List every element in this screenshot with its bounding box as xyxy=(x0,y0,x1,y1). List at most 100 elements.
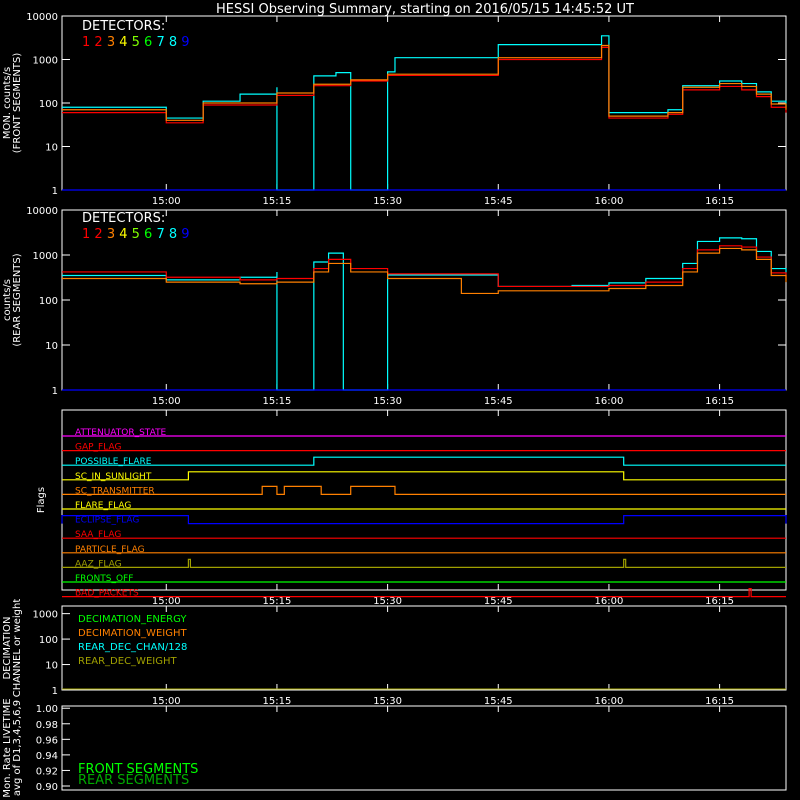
detector-number: 3 xyxy=(103,35,115,50)
x-tick-label: 15:15 xyxy=(263,396,292,407)
detector-number: 4 xyxy=(115,35,127,50)
flag-trace xyxy=(62,471,786,481)
y-tick-label: 0.90 xyxy=(36,782,58,793)
y-tick-label: 1.00 xyxy=(36,704,58,715)
front-y-axis-label: MON. counts/s (FRONT SEGMENTS) xyxy=(2,53,23,154)
x-tick-label: 16:00 xyxy=(595,396,624,407)
y-tick-label: 0.98 xyxy=(36,720,58,731)
rear-y-label-line2: (REAR SEGMENTS) xyxy=(12,253,23,346)
flags-traces: ATTENUATOR_STATEGAP_FLAGPOSSIBLE_FLARESC… xyxy=(61,428,787,599)
x-tick-label: 15:00 xyxy=(152,396,181,407)
front-counts-panel: MON. counts/s (FRONT SEGMENTS) DETECTORS… xyxy=(2,12,787,207)
y-tick-label: 10000 xyxy=(26,12,58,23)
detector-number: 4 xyxy=(115,227,127,242)
y-tick-label: 100 xyxy=(39,635,58,646)
x-tick-label: 15:30 xyxy=(373,196,402,207)
detector-number: 6 xyxy=(140,35,152,50)
y-tick-label: 10 xyxy=(45,341,58,352)
livetime-legend: FRONT SEGMENTSREAR SEGMENTS xyxy=(78,762,198,788)
y-tick-label: 1 xyxy=(52,686,58,697)
flag-label: ECLIPSE_FLAG xyxy=(75,516,139,526)
detector-number: 2 xyxy=(90,227,102,242)
y-tick-label: 100 xyxy=(39,99,58,110)
front-series xyxy=(62,35,787,191)
detector-number: 1 xyxy=(82,227,90,242)
x-tick-label: 16:15 xyxy=(705,596,734,607)
figure-title: HESSI Observing Summary, starting on 201… xyxy=(216,2,634,17)
live-y-label-line2: avg of D1,3,4,5,6,9 xyxy=(12,700,23,796)
x-tick-label: 16:00 xyxy=(595,696,624,707)
x-tick-label: 15:45 xyxy=(484,696,513,707)
y-tick-label: 0.92 xyxy=(36,766,58,777)
x-tick-label: 15:45 xyxy=(484,196,513,207)
x-tick-label: 15:15 xyxy=(263,196,292,207)
x-tick-label: 15:15 xyxy=(263,696,292,707)
series-line xyxy=(62,44,787,121)
detector-number: 2 xyxy=(90,35,102,50)
detector-number: 7 xyxy=(152,35,164,50)
x-tick-label: 15:15 xyxy=(263,596,292,607)
y-tick-label: 1 xyxy=(52,386,58,397)
detector-number: 6 xyxy=(140,227,152,242)
x-tick-label: 16:15 xyxy=(705,696,734,707)
x-tick-label: 15:00 xyxy=(152,596,181,607)
y-tick-label: 1000 xyxy=(33,56,58,67)
rear-y-axis-label: counts/s (REAR SEGMENTS) xyxy=(2,253,23,346)
decimation-legend-item: DECIMATION_WEIGHT xyxy=(78,628,187,639)
x-tick-label: 16:15 xyxy=(705,396,734,407)
series-line xyxy=(62,237,787,391)
y-tick-label: 1000 xyxy=(33,251,58,262)
flags-panel: Flags 15:00 15:15 15:30 15:45 16:00 16:15 ATT… xyxy=(36,409,787,607)
detector-number: 1 xyxy=(82,35,90,50)
decimation-legend-item: REAR_DEC_CHAN/128 xyxy=(78,642,187,653)
decimation-legend-item: DECIMATION_ENERGY xyxy=(78,614,187,625)
detector-number: 9 xyxy=(177,35,189,50)
x-tick-label: 15:45 xyxy=(484,596,513,607)
livetime-panel: Mon. Rate LIVETIME avg of D1,3,4,5,6,9 0… xyxy=(2,698,787,798)
detector-number: 7 xyxy=(152,227,164,242)
flag-trace xyxy=(62,558,786,568)
y-tick-label: 10 xyxy=(45,661,58,672)
y-tick-label: 10000 xyxy=(26,206,58,217)
y-tick-label: 100 xyxy=(39,296,58,307)
flag-trace xyxy=(62,456,786,466)
front-detectors-label: DETECTORS: xyxy=(82,19,165,34)
decimation-legend-item: REAR_DEC_WEIGHT xyxy=(78,656,177,667)
detector-number: 3 xyxy=(103,227,115,242)
flag-trace xyxy=(61,515,787,525)
livetime-legend-item: REAR SEGMENTS xyxy=(78,773,189,788)
x-tick-label: 15:30 xyxy=(373,596,402,607)
rear-counts-panel: counts/s (REAR SEGMENTS) DETECTORS: 1 2 … xyxy=(2,206,787,407)
rear-detectors-legend: 1 2 3 4 5 6 7 8 9 xyxy=(82,227,190,242)
x-tick-label: 16:00 xyxy=(595,196,624,207)
dec-y-label-line2: CHANNEL or weight xyxy=(12,599,23,698)
y-tick-label: 1 xyxy=(52,186,58,197)
rear-detectors-label: DETECTORS: xyxy=(82,211,165,226)
x-tick-label: 15:00 xyxy=(152,696,181,707)
front-detectors-legend: 1 2 3 4 5 6 7 8 9 xyxy=(82,35,190,50)
detector-number: 8 xyxy=(165,35,177,50)
decimation-legend: DECIMATION_ENERGY DECIMATION_WEIGHT REAR_D… xyxy=(62,614,786,690)
front-y-label-line2: (FRONT SEGMENTS) xyxy=(12,53,23,154)
series-line xyxy=(62,247,787,295)
rear-series xyxy=(62,237,787,391)
y-tick-label: 0.94 xyxy=(36,751,58,762)
decimation-y-axis-label: DECIMATION CHANNEL or weight xyxy=(2,599,23,698)
x-tick-label: 15:00 xyxy=(152,196,181,207)
y-tick-label: 0.96 xyxy=(36,735,58,746)
livetime-y-axis-label: Mon. Rate LIVETIME avg of D1,3,4,5,6,9 xyxy=(2,698,23,797)
x-tick-label: 16:15 xyxy=(705,196,734,207)
detector-number: 9 xyxy=(177,227,189,242)
flag-trace xyxy=(62,485,786,495)
detector-number: 5 xyxy=(128,35,140,50)
hessi-summary-figure: HESSI Observing Summary, starting on 201… xyxy=(2,2,787,798)
decimation-panel: DECIMATION CHANNEL or weight 1 10 100 1000 1… xyxy=(2,599,787,707)
flags-panel-frame xyxy=(61,409,787,591)
x-tick-label: 15:30 xyxy=(373,396,402,407)
flags-y-label: Flags xyxy=(36,487,47,513)
x-tick-label: 15:30 xyxy=(373,696,402,707)
x-tick-label: 16:00 xyxy=(595,596,624,607)
x-tick-label: 15:45 xyxy=(484,396,513,407)
y-tick-label: 1000 xyxy=(33,610,58,621)
y-tick-label: 10 xyxy=(45,143,58,154)
